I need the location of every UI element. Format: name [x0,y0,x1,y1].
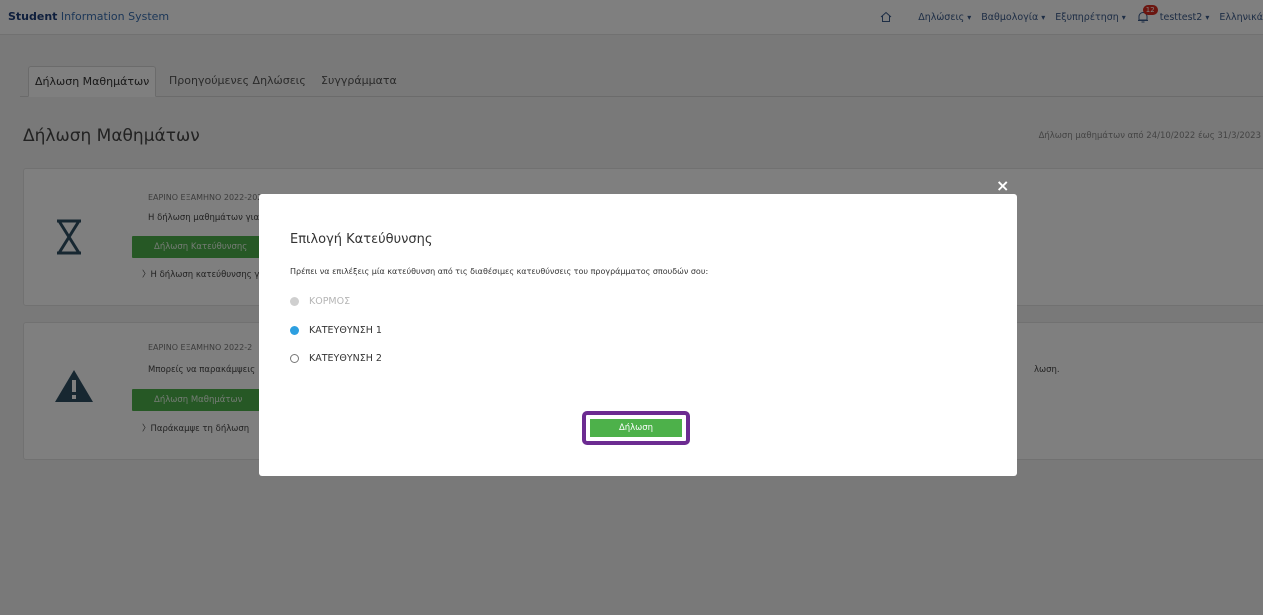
option-core: ΚΟΡΜΟΣ [290,294,350,308]
option-label: ΚΑΤΕΥΘΥΝΣΗ 1 [309,324,382,336]
modal-subtitle: Πρέπει να επιλέξεις μία κατεύθυνση από τ… [290,267,709,276]
radio-selected[interactable] [290,325,299,335]
radio-disabled [290,296,299,306]
submit-highlight: Δήλωση [582,411,690,445]
direction-selection-modal: Επιλογή Κατεύθυνσης Πρέπει να επιλέξεις … [259,194,1017,476]
radio-unselected[interactable] [290,353,299,363]
option-direction-1[interactable]: ΚΑΤΕΥΘΥΝΣΗ 1 [290,323,382,337]
app-root: Student Information System Δηλώσεις▾ Βαθ… [0,0,1263,615]
option-direction-2[interactable]: ΚΑΤΕΥΘΥΝΣΗ 2 [290,351,382,365]
submit-button[interactable]: Δήλωση [590,419,682,437]
close-icon[interactable]: × [996,178,1009,194]
modal-title: Επιλογή Κατεύθυνσης [290,232,433,247]
option-label: ΚΑΤΕΥΘΥΝΣΗ 2 [309,352,382,364]
option-label: ΚΟΡΜΟΣ [309,295,351,307]
